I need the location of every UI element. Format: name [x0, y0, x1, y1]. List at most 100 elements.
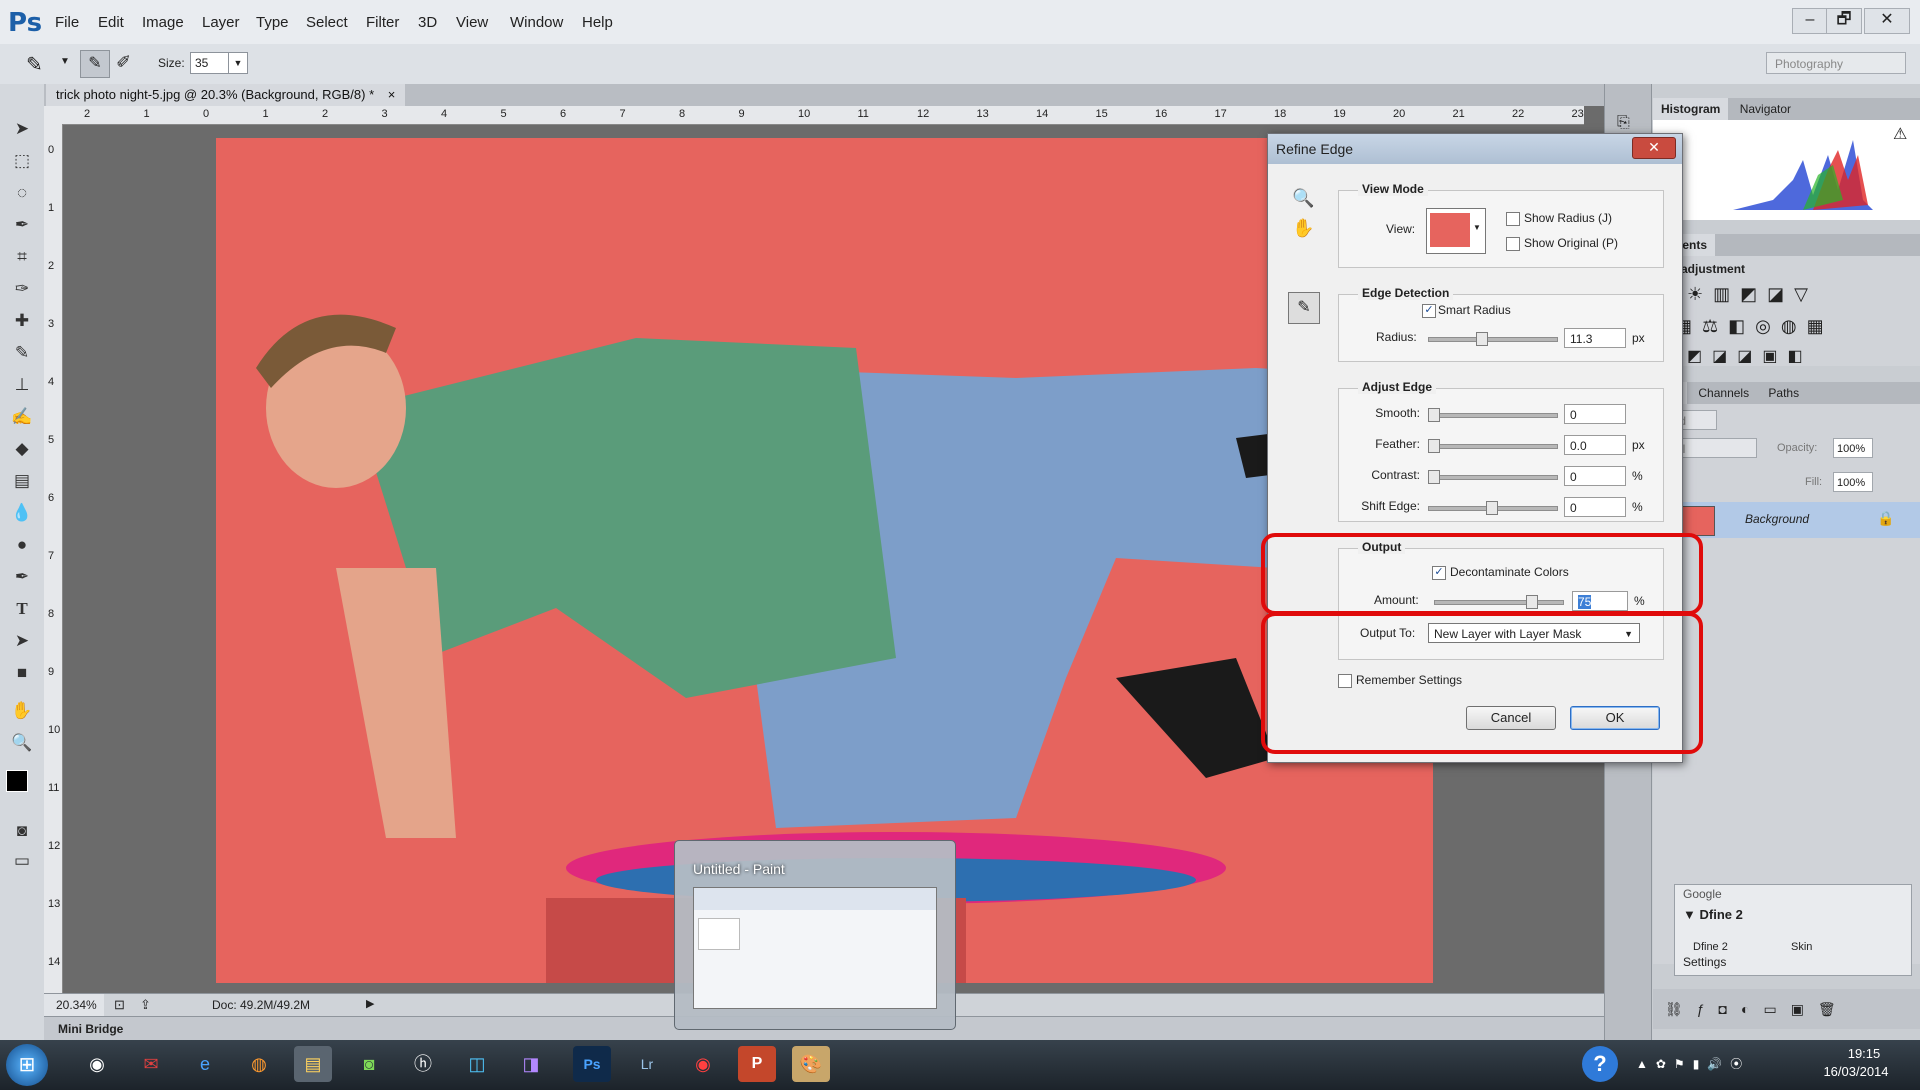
system-tray-icons[interactable]: ▲✿⚑▮🔊⦿	[1636, 1055, 1750, 1072]
eraser-tool-icon[interactable]: ◆	[8, 436, 36, 462]
eyedropper-tool-icon[interactable]: ✑	[8, 276, 36, 302]
zoom-tool-icon[interactable]: 🔍	[8, 730, 36, 756]
size-dropdown-icon[interactable]: ▼	[228, 52, 248, 74]
plugin-item-skin[interactable]: Skin	[1791, 941, 1812, 953]
tab-channels[interactable]: Channels	[1690, 382, 1757, 404]
clock-time[interactable]: 19:15	[1834, 1046, 1894, 1061]
hand-tool-icon[interactable]: ✋	[1292, 218, 1314, 239]
contrast-slider[interactable]	[1428, 475, 1558, 480]
contrast-slider-thumb[interactable]	[1428, 470, 1440, 484]
hp-icon[interactable]: ⓗ	[404, 1046, 442, 1082]
menu-layer[interactable]: Layer	[202, 14, 240, 31]
menu-window[interactable]: Window	[510, 14, 563, 31]
move-tool-icon[interactable]: ➤	[8, 116, 36, 142]
view-mode-picker[interactable]: ▼	[1426, 208, 1486, 254]
workspace-select[interactable]: Photography	[1766, 52, 1906, 74]
menu-select[interactable]: Select	[306, 14, 348, 31]
hand-tool-icon[interactable]: ✋	[8, 698, 36, 724]
radius-slider[interactable]	[1428, 337, 1558, 342]
feather-slider[interactable]	[1428, 444, 1558, 449]
contrast-input[interactable]: 0	[1564, 466, 1626, 486]
smooth-slider-thumb[interactable]	[1428, 408, 1440, 422]
pen-tool-icon[interactable]: ✒	[8, 564, 36, 590]
lightroom-icon[interactable]: Lr	[628, 1046, 666, 1082]
smooth-input[interactable]: 0	[1564, 404, 1626, 424]
document-tab[interactable]: trick photo night-5.jpg @ 20.3% (Backgro…	[46, 84, 406, 106]
opacity-input[interactable]: 100%	[1833, 438, 1873, 458]
menu-type[interactable]: Type	[256, 14, 289, 31]
tab-histogram[interactable]: Histogram	[1653, 98, 1729, 120]
quick-selection-tool-icon[interactable]: ✒	[8, 212, 36, 238]
share-icon[interactable]: ⇪	[140, 997, 151, 1013]
stamp-tool-icon[interactable]: ⊥	[8, 372, 36, 398]
menu-help[interactable]: Help	[582, 14, 613, 31]
size-input[interactable]: 35	[190, 52, 232, 74]
photoshop-taskbar-icon[interactable]: Ps	[573, 1046, 611, 1082]
zoom-tool-icon[interactable]: 🔍	[1292, 188, 1314, 209]
clock-date[interactable]: 16/03/2014	[1816, 1064, 1896, 1079]
shift-edge-slider-thumb[interactable]	[1486, 501, 1498, 515]
crop-tool-icon[interactable]: ⌗	[8, 244, 36, 270]
adjustment-icons-row-3[interactable]: ◩◪◪▣◧	[1687, 346, 1813, 366]
smooth-slider[interactable]	[1428, 413, 1558, 418]
status-menu-icon[interactable]: ▶	[366, 997, 374, 1010]
shift-edge-input[interactable]: 0	[1564, 497, 1626, 517]
fill-input[interactable]: 100%	[1833, 472, 1873, 492]
refine-radius-tool-icon[interactable]: ✎	[80, 50, 110, 78]
close-window-button[interactable]: ✕	[1864, 8, 1910, 34]
minimize-button[interactable]: –	[1792, 8, 1828, 34]
brush-tool-icon[interactable]: ✎	[8, 340, 36, 366]
app-icon-green[interactable]: ◙	[350, 1046, 388, 1082]
menu-filter[interactable]: Filter	[366, 14, 399, 31]
menu-view[interactable]: View	[456, 14, 488, 31]
quick-mask-icon[interactable]: ◙	[8, 818, 36, 844]
lock-icon[interactable]: 🔒	[1877, 510, 1894, 527]
warning-icon[interactable]: ⚠	[1893, 124, 1907, 144]
internet-explorer-icon[interactable]: e	[186, 1046, 224, 1082]
firefox-icon[interactable]: ◍	[240, 1046, 278, 1082]
file-explorer-icon[interactable]: ▤	[294, 1046, 332, 1082]
layer-row-background[interactable]: Background 🔒	[1653, 502, 1920, 538]
menu-edit[interactable]: Edit	[98, 14, 124, 31]
menu-image[interactable]: Image	[142, 14, 184, 31]
healing-brush-tool-icon[interactable]: ✚	[8, 308, 36, 334]
layers-footer-icons[interactable]: ⛓ƒ◘◐▭▣🗑	[1653, 989, 1920, 1029]
tab-navigator[interactable]: Navigator	[1732, 98, 1799, 120]
lasso-tool-icon[interactable]: ◌	[8, 180, 36, 206]
chrome-icon[interactable]: ◉	[78, 1046, 116, 1082]
show-original-checkbox[interactable]	[1506, 237, 1520, 251]
tab-paths[interactable]: Paths	[1760, 382, 1807, 404]
zoom-level[interactable]: 20.34%	[44, 994, 104, 1016]
dfine-section[interactable]: ▼ Dfine 2	[1683, 907, 1743, 922]
brush-tool-icon[interactable]: ✎	[26, 52, 43, 77]
mini-bridge-tab[interactable]: Mini Bridge	[58, 1022, 123, 1036]
app-icon-red[interactable]: ◉	[684, 1046, 722, 1082]
history-brush-tool-icon[interactable]: ✍	[8, 404, 36, 430]
refine-radius-tool-icon[interactable]: ✎	[1288, 292, 1320, 324]
show-radius-checkbox[interactable]	[1506, 212, 1520, 226]
screen-mode-icon[interactable]: ▭	[8, 848, 36, 874]
radius-input[interactable]: 11.3	[1564, 328, 1626, 348]
status-icon[interactable]: ⊡	[114, 997, 125, 1013]
gradient-tool-icon[interactable]: ▤	[8, 468, 36, 494]
dialog-close-button[interactable]: ✕	[1632, 137, 1676, 159]
gmail-icon[interactable]: ✉	[132, 1046, 170, 1082]
feather-input[interactable]: 0.0	[1564, 435, 1626, 455]
help-icon[interactable]: ?	[1582, 1046, 1618, 1082]
taskbar-thumbnail-paint[interactable]: Untitled - Paint	[674, 840, 956, 1030]
settings-link[interactable]: Settings	[1683, 955, 1726, 969]
erase-refinements-icon[interactable]: ✐	[116, 52, 131, 73]
smart-radius-checkbox[interactable]: ✓	[1422, 304, 1436, 318]
plugin-item-dfine[interactable]: Dfine 2	[1693, 941, 1728, 953]
rectangle-tool-icon[interactable]: ■	[8, 660, 36, 686]
dodge-tool-icon[interactable]: ●	[8, 532, 36, 558]
restore-button[interactable]: 🗗	[1826, 8, 1862, 34]
chevron-down-icon[interactable]: ▼	[60, 56, 70, 67]
app-icon-blue[interactable]: ◫	[458, 1046, 496, 1082]
start-button-icon[interactable]: ⊞	[6, 1044, 48, 1086]
powerpoint-icon[interactable]: P	[738, 1046, 776, 1082]
foreground-color-swatch[interactable]	[6, 770, 28, 792]
adjustment-icons-row-2[interactable]: ▦⚖◧◎◍▦	[1675, 316, 1834, 337]
blur-tool-icon[interactable]: 💧	[8, 500, 36, 526]
feather-slider-thumb[interactable]	[1428, 439, 1440, 453]
